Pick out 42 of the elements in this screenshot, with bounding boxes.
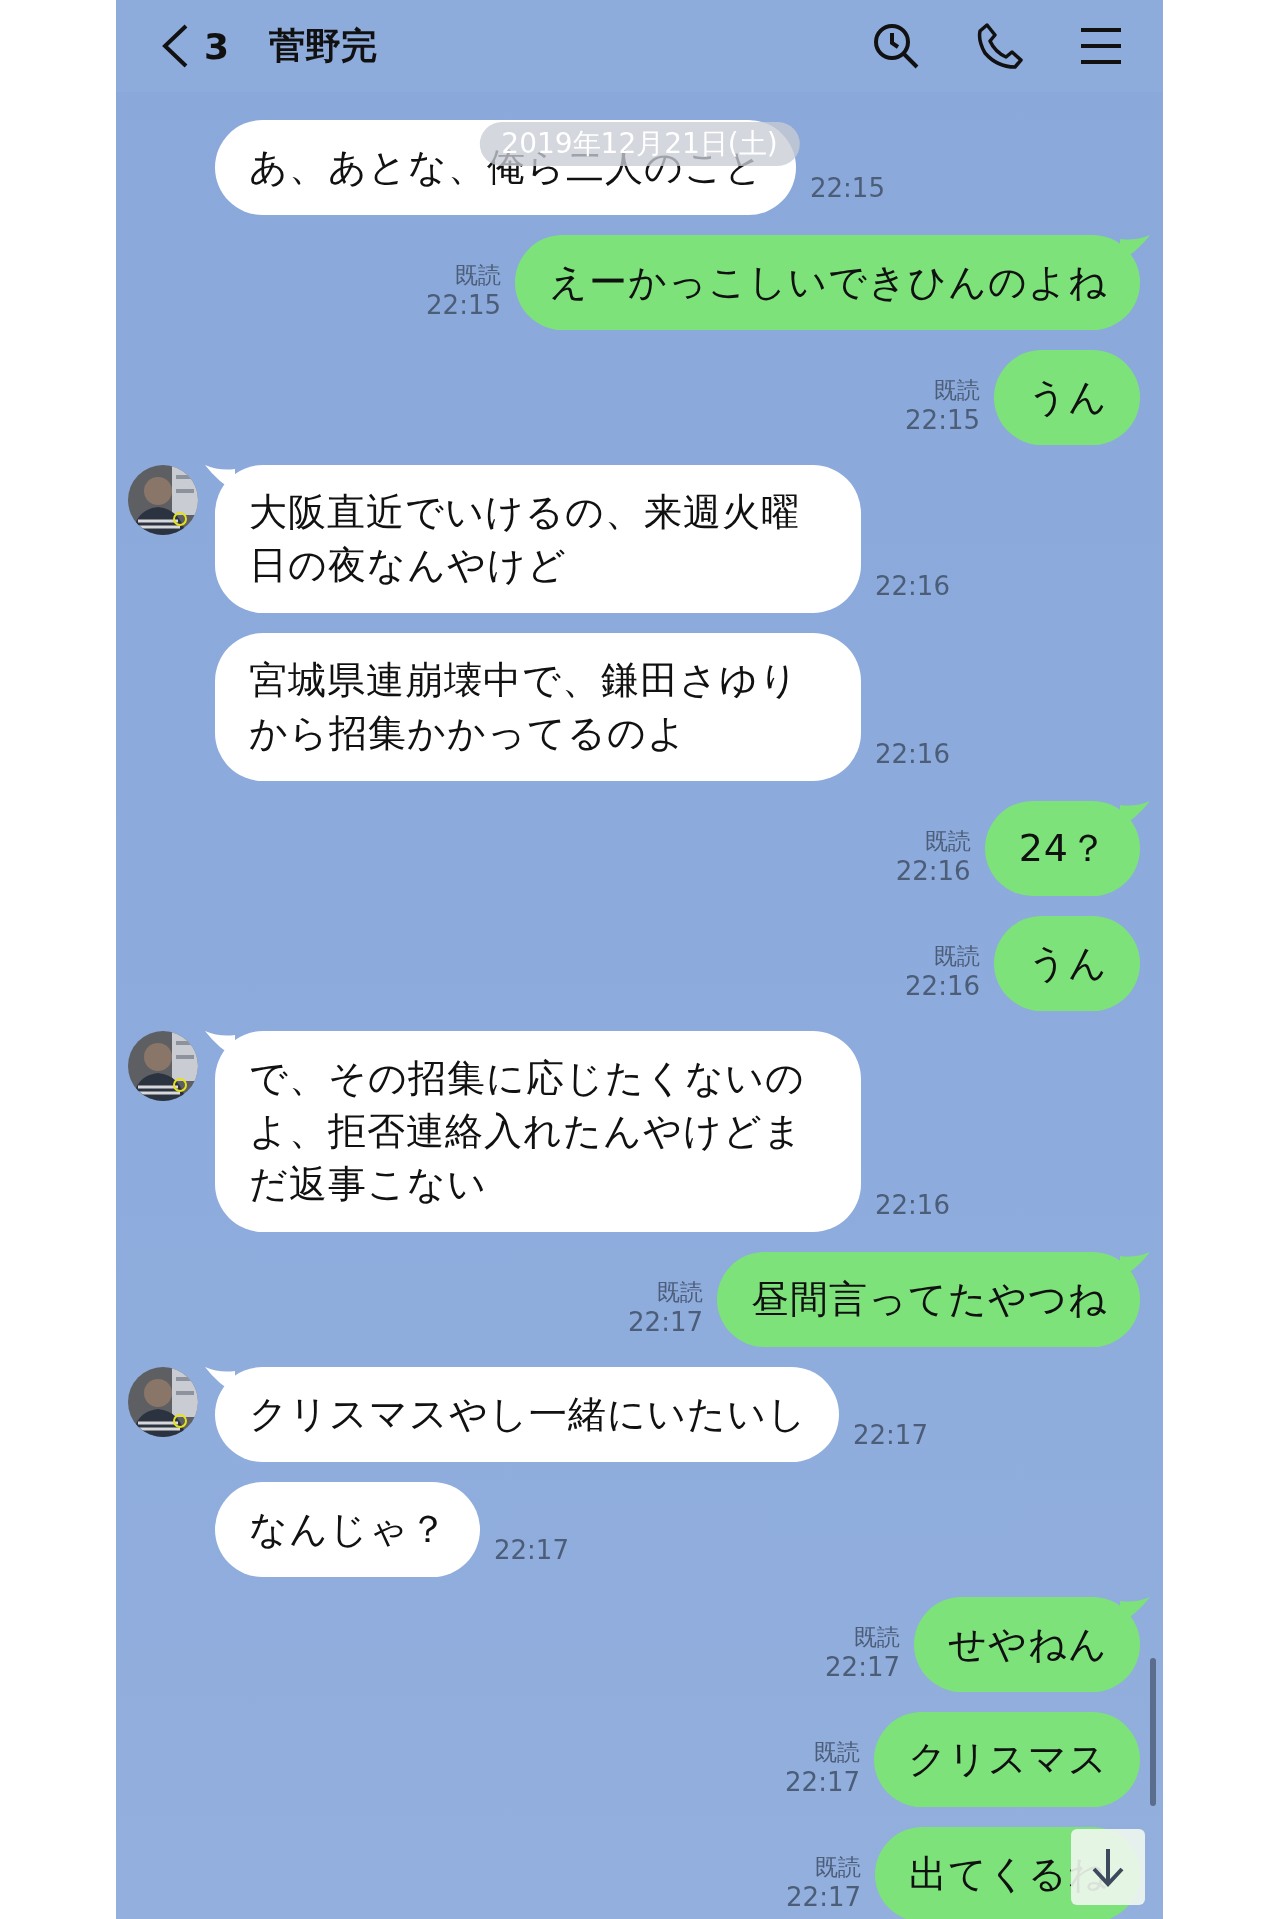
- read-receipt: 既読: [934, 376, 980, 405]
- message-time: 22:16: [895, 856, 971, 886]
- message-time: 22:17: [825, 1652, 900, 1682]
- read-receipt: 既読: [814, 1738, 860, 1767]
- read-receipt: 既読: [455, 261, 501, 290]
- message-time: 22:17: [494, 1535, 569, 1565]
- message-bubble: 昼間言ってたやつね: [717, 1252, 1140, 1347]
- read-receipt: 既読: [854, 1623, 900, 1652]
- message-bubble: うん: [994, 350, 1140, 445]
- read-receipt: 既読: [815, 1853, 861, 1882]
- message-time: 22:17: [785, 1767, 860, 1797]
- message-time: 22:17: [628, 1307, 703, 1337]
- back-icon[interactable]: [160, 23, 190, 69]
- message-bubble: せやねん: [914, 1597, 1140, 1692]
- message-bubble: うん: [994, 916, 1140, 1011]
- message-time: 22:15: [810, 173, 885, 203]
- message-bubble: クリスマス: [874, 1712, 1140, 1807]
- message-bubble: クリスマスやし一緒にいたいし: [215, 1367, 839, 1462]
- phone-icon[interactable]: [975, 21, 1025, 71]
- search-icon[interactable]: [871, 21, 921, 71]
- message-time: 22:16: [875, 739, 950, 769]
- read-receipt: 既読: [934, 942, 980, 971]
- scrollbar[interactable]: [1150, 1658, 1156, 1806]
- read-receipt: 既読: [924, 827, 971, 856]
- scroll-down-button[interactable]: [1071, 1829, 1145, 1905]
- message-time: 22:15: [426, 290, 501, 320]
- message-bubble: で、その招集に応じたくないのよ、拒否連絡入れたんやけどまだ返事こない: [215, 1031, 861, 1232]
- message-bubble: 大阪直近でいけるの、来週火曜日の夜なんやけど: [215, 465, 861, 613]
- message-bubble: 宮城県連崩壊中で、鎌田さゆりから招集かかってるのよ: [215, 633, 861, 781]
- chat-title: 菅野完: [269, 23, 378, 68]
- message-bubble: 24？: [984, 801, 1140, 896]
- read-receipt: 既読: [657, 1278, 703, 1307]
- message-time: 22:16: [875, 1190, 950, 1220]
- menu-icon[interactable]: [1079, 26, 1123, 66]
- unread-count: 3: [204, 25, 230, 67]
- message-time: 22:17: [853, 1420, 928, 1450]
- message-time: 22:16: [875, 571, 950, 601]
- message-time: 22:16: [905, 971, 980, 1001]
- message-time: 22:15: [905, 405, 980, 435]
- message-time: 22:17: [786, 1882, 861, 1912]
- message-bubble: なんじゃ？: [215, 1482, 480, 1577]
- message-bubble: えーかっこしいできひんのよね: [515, 235, 1140, 330]
